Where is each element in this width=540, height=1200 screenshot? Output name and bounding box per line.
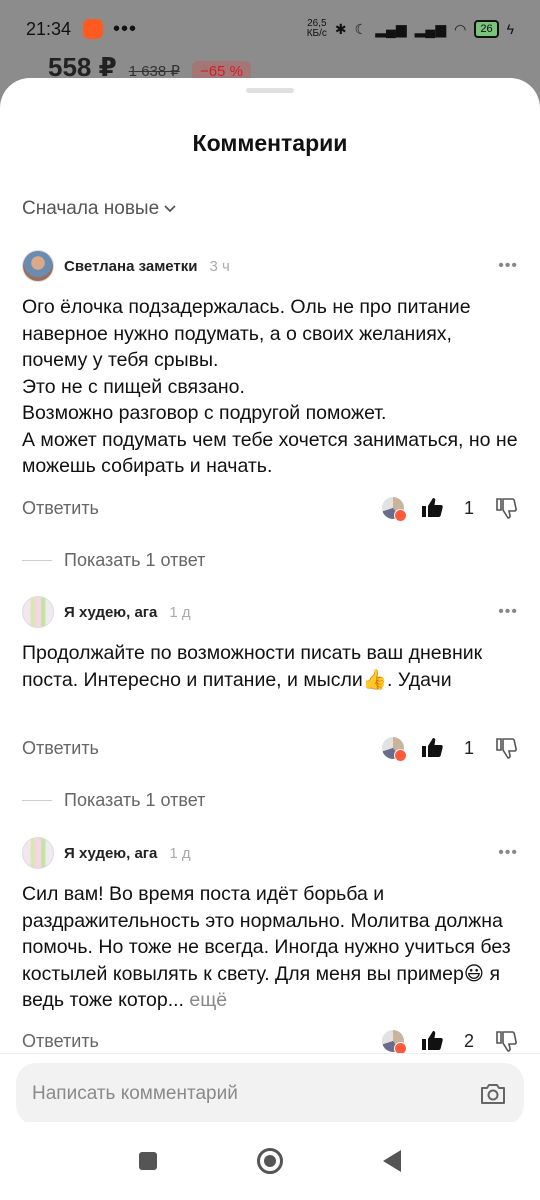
avatar[interactable] bbox=[22, 250, 54, 282]
battery-icon: 26 bbox=[474, 20, 499, 38]
show-replies-label: Показать 1 ответ bbox=[64, 789, 206, 810]
comment-item: Светлана заметки 3 ч ••• Ого ёлочка подз… bbox=[22, 250, 518, 480]
like-count: 1 bbox=[463, 497, 474, 518]
reply-button[interactable]: Ответить bbox=[22, 738, 99, 759]
show-replies-button[interactable]: Показать 1 ответ bbox=[22, 786, 205, 814]
comment-text: Продолжайте по возможности писать ваш дн… bbox=[22, 642, 483, 691]
comments-sheet: Комментарии Сначала новые Светлана замет… bbox=[0, 78, 540, 1200]
reactors-avatar-icon[interactable] bbox=[382, 1030, 407, 1055]
comment-time: 3 ч bbox=[209, 257, 230, 275]
clock: 21:34 bbox=[26, 18, 72, 39]
recents-button[interactable] bbox=[139, 1152, 157, 1170]
thumbs-up-icon[interactable] bbox=[420, 736, 444, 760]
comment-text: Сил вам! Во время поста идёт борьба и ра… bbox=[22, 883, 511, 1011]
reactors-avatar-icon[interactable] bbox=[382, 737, 407, 762]
sheet-drag-handle[interactable] bbox=[246, 88, 294, 93]
comment-item: Я худею, ага 1 д ••• Сил вам! Во время п… bbox=[22, 837, 518, 1014]
app-notification-icon bbox=[83, 19, 104, 39]
signal-icon-2: ▂▄▆ bbox=[414, 20, 447, 37]
comment-item: Я худею, ага 1 д ••• Продолжайте по возм… bbox=[22, 596, 518, 693]
camera-icon[interactable] bbox=[478, 1079, 508, 1109]
avatar[interactable] bbox=[22, 837, 54, 869]
divider bbox=[22, 799, 52, 801]
more-options-icon[interactable]: ••• bbox=[498, 603, 518, 621]
sort-label: Сначала новые bbox=[22, 198, 160, 219]
reactors-avatar-icon[interactable] bbox=[382, 497, 407, 522]
like-count: 2 bbox=[463, 1030, 474, 1051]
thumbs-up-icon[interactable] bbox=[420, 496, 444, 520]
more-options-icon[interactable]: ••• bbox=[498, 844, 518, 862]
thumbs-down-icon[interactable] bbox=[494, 496, 518, 520]
sort-dropdown[interactable]: Сначала новые bbox=[22, 198, 177, 220]
comment-actions: Ответить 1 bbox=[22, 493, 518, 523]
show-replies-label: Показать 1 ответ bbox=[64, 549, 206, 570]
avatar[interactable] bbox=[22, 596, 54, 628]
more-options-icon[interactable]: ••• bbox=[498, 257, 518, 275]
comment-author[interactable]: Я худею, ага bbox=[64, 845, 157, 862]
more-notifications-icon: ••• bbox=[113, 17, 138, 40]
like-count: 1 bbox=[463, 737, 474, 758]
comment-author[interactable]: Я худею, ага bbox=[64, 604, 157, 621]
comment-actions: Ответить 1 bbox=[22, 733, 518, 763]
charging-icon: ϟ bbox=[506, 21, 514, 37]
thumbs-up-icon[interactable] bbox=[420, 1029, 444, 1053]
wifi-icon: ◠ bbox=[454, 20, 467, 37]
comment-input[interactable] bbox=[32, 1083, 478, 1105]
show-replies-button[interactable]: Показать 1 ответ bbox=[22, 546, 205, 574]
comment-author[interactable]: Светлана заметки bbox=[64, 258, 198, 275]
thumbs-down-icon[interactable] bbox=[494, 736, 518, 760]
reply-button[interactable]: Ответить bbox=[22, 1031, 99, 1052]
comment-actions: Ответить 2 bbox=[22, 1026, 518, 1056]
sheet-title: Комментарии bbox=[192, 130, 348, 156]
system-nav-bar bbox=[0, 1122, 540, 1200]
read-more-link[interactable]: ещё bbox=[189, 989, 227, 1011]
divider bbox=[22, 559, 52, 561]
status-bar: 21:34 ••• 26,5 КБ/с ✱ ☾ ▂▄▆ ▂▄▆ ◠ 26 ϟ bbox=[0, 0, 540, 58]
network-speed: 26,5 КБ/с bbox=[306, 18, 327, 39]
do-not-disturb-icon: ☾ bbox=[354, 20, 368, 37]
thumbs-down-icon[interactable] bbox=[494, 1029, 518, 1053]
comment-composer[interactable] bbox=[16, 1063, 524, 1125]
back-button[interactable] bbox=[383, 1150, 401, 1172]
comment-text: Ого ёлочка подзадержалась. Оль не про пи… bbox=[22, 296, 518, 477]
chevron-down-icon bbox=[164, 205, 176, 213]
comment-time: 1 д bbox=[169, 603, 191, 621]
comment-time: 1 д bbox=[169, 844, 191, 862]
reply-button[interactable]: Ответить bbox=[22, 498, 99, 519]
signal-icon: ▂▄▆ bbox=[375, 20, 407, 37]
home-button[interactable] bbox=[257, 1148, 283, 1174]
bluetooth-icon: ✱ bbox=[334, 20, 347, 37]
